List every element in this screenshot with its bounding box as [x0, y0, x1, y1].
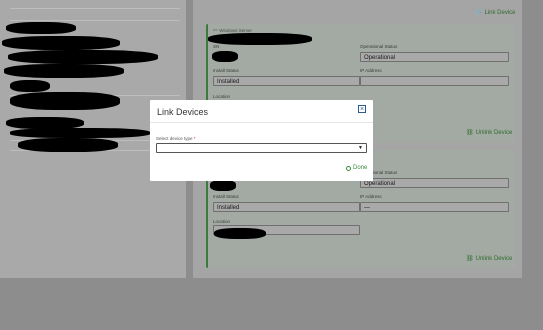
link-device-button[interactable]: 🔗 Link Device: [475, 9, 516, 17]
redacted-block: [10, 80, 50, 92]
operational-status-label: Operational Status: [360, 44, 398, 49]
install-status-field: Installed: [213, 202, 360, 212]
redacted-block: [6, 22, 76, 34]
operational-status-field: Operational: [360, 178, 509, 188]
unlink-icon: ⛓: [466, 256, 474, 262]
redacted-block: [10, 92, 120, 110]
unlink-device-label: Unlink Device: [475, 255, 513, 262]
link-device-label: Link Device: [484, 9, 516, 16]
divider: [10, 8, 180, 9]
unlink-icon: ⛓: [466, 130, 474, 136]
unlink-device-button[interactable]: ⛓ Unlink Device: [466, 255, 513, 263]
link-devices-modal: Link Devices Select device type * ▼ Done: [150, 100, 373, 181]
redacted-block: [4, 64, 124, 78]
redacted-block: [208, 33, 312, 45]
caret-down-icon: ▼: [358, 145, 363, 151]
device-type-label-text: Select device type: [156, 136, 193, 141]
install-status-label: Install Status: [213, 194, 239, 199]
app-background: 🔗 Link Device ▭ Windows Server SN Operat…: [0, 0, 543, 330]
redacted-block: [210, 180, 236, 191]
ip-address-field: [360, 76, 509, 86]
unlink-device-button[interactable]: ⛓ Unlink Device: [466, 129, 513, 137]
check-circle-icon: [346, 165, 351, 171]
location-label: Location: [213, 94, 231, 99]
modal-divider: [150, 122, 373, 123]
device-type-select[interactable]: ▼: [156, 143, 367, 153]
device-type-label: Select device type *: [156, 136, 196, 141]
redacted-block: [2, 36, 120, 50]
redacted-block: [18, 138, 118, 152]
done-label: Done: [353, 165, 368, 171]
required-mark: *: [193, 136, 196, 141]
redacted-block: [8, 50, 158, 64]
server-icon: ▭: [213, 27, 218, 32]
done-button[interactable]: Done: [346, 165, 367, 171]
redacted-block: [214, 228, 266, 239]
card-header-label: Windows Server: [219, 27, 253, 33]
redacted-block: [10, 128, 150, 138]
divider: [10, 20, 180, 21]
ip-address-label: IP Address: [360, 68, 382, 73]
install-status-field: Installed: [213, 76, 360, 86]
redacted-block: [212, 51, 238, 62]
install-status-label: Install Status: [213, 68, 239, 73]
operational-status-field: Operational: [360, 52, 509, 62]
close-icon[interactable]: ×: [358, 105, 366, 113]
serial-label: SN: [213, 44, 220, 49]
ip-address-label: IP Address: [360, 194, 382, 199]
location-label: Location: [213, 219, 231, 224]
ip-address-field: —: [360, 202, 509, 212]
unlink-device-label: Unlink Device: [475, 129, 513, 136]
link-icon: 🔗: [475, 10, 483, 16]
modal-title: Link Devices: [157, 107, 209, 117]
close-glyph: ×: [359, 105, 365, 113]
